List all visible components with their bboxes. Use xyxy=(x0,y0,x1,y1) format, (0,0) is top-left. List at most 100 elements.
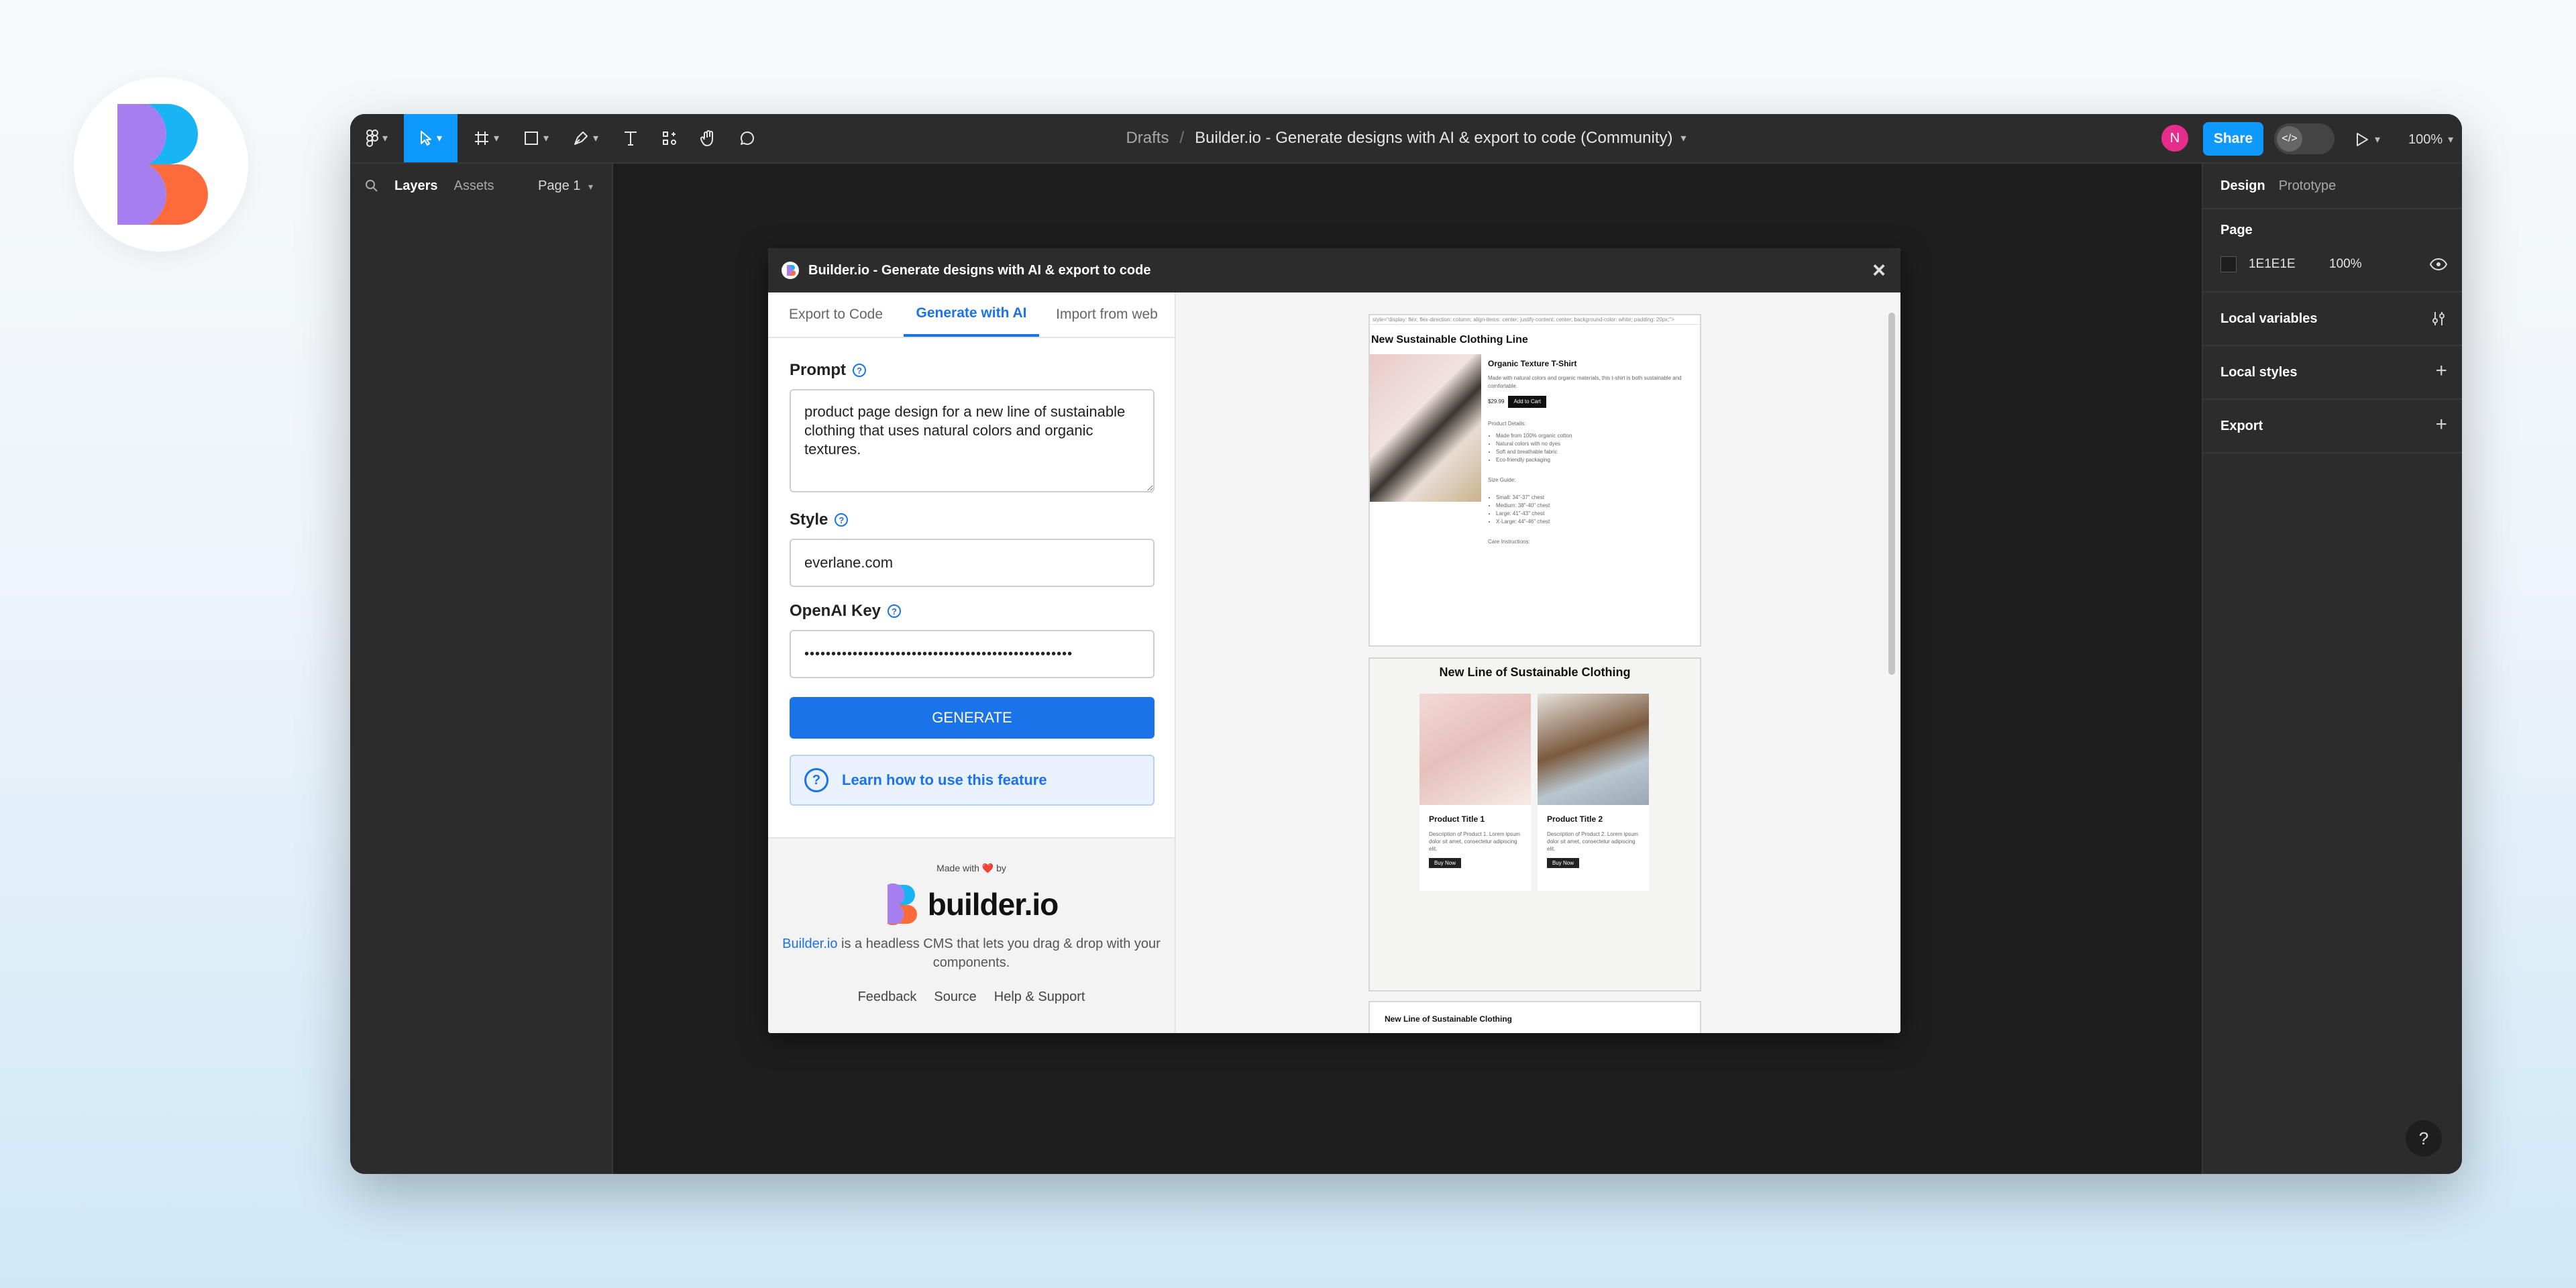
local-variables-section[interactable]: Local variables xyxy=(2203,291,2462,345)
local-styles-label: Local styles xyxy=(2220,364,2298,380)
buy-now-button: Buy Now xyxy=(1429,858,1462,868)
pen-tool-button[interactable]: ▾ xyxy=(562,114,609,162)
tab-generate-with-ai[interactable]: Generate with AI xyxy=(904,292,1039,337)
page-selector[interactable]: Page 1 ▾ xyxy=(538,178,593,194)
generate-form: Prompt ? product page design for a new l… xyxy=(768,361,1175,806)
shape-tool-button[interactable]: ▾ xyxy=(513,114,559,162)
learn-feature-link[interactable]: ? Learn how to use this feature xyxy=(790,755,1155,806)
add-export-icon[interactable]: + xyxy=(2435,415,2447,435)
scrollbar-thumb[interactable] xyxy=(1888,313,1895,675)
page-selector-label: Page 1 xyxy=(538,178,581,193)
product-description: Made with natural colors and organic mat… xyxy=(1488,375,1682,389)
tab-prototype[interactable]: Prototype xyxy=(2279,178,2337,194)
color-swatch[interactable] xyxy=(2220,256,2237,272)
tab-design[interactable]: Design xyxy=(2220,178,2265,194)
frame-tool-button[interactable]: ▾ xyxy=(463,114,510,162)
product-card: Product Title 2 Description of Product 2… xyxy=(1538,694,1649,891)
help-icon[interactable]: ? xyxy=(888,604,902,618)
pen-icon xyxy=(574,131,588,145)
made-with-text: Made with ❤️ by xyxy=(936,863,1006,873)
builder-logo-badge xyxy=(74,77,248,252)
cursor-icon xyxy=(420,131,431,146)
product-info: Organic Texture T-Shirt Made with natura… xyxy=(1488,360,1689,546)
builder-brand[interactable]: builder.io xyxy=(768,883,1175,925)
eye-icon[interactable] xyxy=(2430,258,2447,270)
preview-scrollbar[interactable] xyxy=(1887,299,1896,1024)
chevron-down-icon: ▾ xyxy=(543,133,549,144)
feedback-link[interactable]: Feedback xyxy=(858,989,917,1005)
local-variables-label: Local variables xyxy=(2220,311,2318,326)
plugin-tabs: Export to Code Generate with AI Import f… xyxy=(768,292,1175,338)
key-label-row: OpenAI Key ? xyxy=(790,602,1153,621)
figma-icon xyxy=(366,129,378,147)
help-icon[interactable]: ? xyxy=(835,513,849,527)
move-tool-button[interactable]: ▾ xyxy=(404,114,458,162)
present-button[interactable]: ▾ xyxy=(2355,126,2380,153)
details-heading: Product Details: xyxy=(1488,421,1526,427)
main-menu-button[interactable]: ▾ xyxy=(350,114,404,162)
tab-export-to-code[interactable]: Export to Code xyxy=(768,292,904,337)
product-title: Product Title 1 xyxy=(1429,814,1485,824)
frame-icon xyxy=(474,131,488,145)
right-panel-tabs: Design Prototype xyxy=(2203,164,2462,208)
builder-logo-icon xyxy=(887,883,917,925)
help-support-link[interactable]: Help & Support xyxy=(994,989,1085,1005)
share-button[interactable]: Share xyxy=(2203,122,2263,156)
prompt-label: Prompt xyxy=(790,361,846,379)
style-input[interactable] xyxy=(790,539,1155,587)
page-section: Page 1E1E1E 100% xyxy=(2203,208,2462,291)
page-opacity-value[interactable]: 100% xyxy=(2329,257,2362,272)
preview-card-third[interactable]: New Line of Sustainable Clothing xyxy=(1368,1001,1701,1033)
zoom-menu[interactable]: 100% ▾ xyxy=(2408,126,2453,153)
preview-panel[interactable]: style="display: flex; flex-direction: co… xyxy=(1176,292,1900,1033)
hand-tool-button[interactable] xyxy=(690,114,727,162)
product-card: Product Title 1 Description of Product 1… xyxy=(1419,694,1531,891)
code-snippet: style="display: flex; flex-direction: co… xyxy=(1370,315,1700,325)
buy-now-button: Buy Now xyxy=(1547,858,1580,868)
help-icon[interactable]: ? xyxy=(853,364,866,377)
breadcrumb-separator: / xyxy=(1179,129,1185,147)
close-icon[interactable]: × xyxy=(1872,259,1886,282)
preview-card-product-page[interactable]: style="display: flex; flex-direction: co… xyxy=(1368,314,1701,647)
local-styles-section[interactable]: Local styles + xyxy=(2203,345,2462,398)
components-icon xyxy=(663,131,676,145)
preview-card-product-grid[interactable]: New Line of Sustainable Clothing Product… xyxy=(1368,657,1701,991)
details-list: Made from 100% organic cotton Natural co… xyxy=(1496,432,1689,464)
preview-heading: New Line of Sustainable Clothing xyxy=(1385,1014,1513,1024)
product-price: $29.99 xyxy=(1488,398,1505,405)
resources-tool-button[interactable] xyxy=(651,114,688,162)
generate-button[interactable]: GENERATE xyxy=(790,697,1155,739)
openai-key-input[interactable] xyxy=(790,630,1155,678)
avatar[interactable]: N xyxy=(2161,125,2188,152)
tab-assets[interactable]: Assets xyxy=(454,178,494,194)
help-button[interactable]: ? xyxy=(2406,1120,2442,1157)
tab-import-from-web[interactable]: Import from web xyxy=(1039,292,1175,337)
list-item: X-Large: 44"-46" chest xyxy=(1496,518,1689,526)
rectangle-icon xyxy=(524,131,538,145)
breadcrumb-drafts[interactable]: Drafts xyxy=(1126,129,1169,148)
page-color-value[interactable]: 1E1E1E xyxy=(2249,257,2329,272)
add-to-cart-button: Add to Cart xyxy=(1508,396,1546,408)
help-circle-icon: ? xyxy=(804,768,828,792)
list-item: Made from 100% organic cotton xyxy=(1496,432,1689,440)
tab-layers[interactable]: Layers xyxy=(394,178,438,194)
dev-mode-toggle[interactable]: </> xyxy=(2274,123,2334,154)
search-icon[interactable] xyxy=(365,179,378,193)
file-title[interactable]: Builder.io - Generate designs with AI & … xyxy=(1195,129,1672,148)
page-background-row[interactable]: 1E1E1E 100% xyxy=(2220,251,2447,278)
chevron-down-icon: ▾ xyxy=(2375,134,2381,146)
builder-link[interactable]: Builder.io xyxy=(782,936,837,951)
preview-heading: New Line of Sustainable Clothing xyxy=(1439,665,1631,679)
variables-icon[interactable] xyxy=(2430,310,2447,327)
openai-key-label: OpenAI Key xyxy=(790,602,881,620)
style-label-row: Style ? xyxy=(790,511,1153,529)
text-tool-button[interactable] xyxy=(612,114,649,162)
source-link[interactable]: Source xyxy=(934,989,976,1005)
product-title: Organic Texture T-Shirt xyxy=(1488,359,1577,368)
style-label: Style xyxy=(790,511,828,529)
prompt-input[interactable]: product page design for a new line of su… xyxy=(790,389,1155,492)
export-section[interactable]: Export + xyxy=(2203,398,2462,453)
add-style-icon[interactable]: + xyxy=(2435,361,2447,381)
chevron-down-icon[interactable]: ▾ xyxy=(1681,131,1686,145)
comment-tool-button[interactable] xyxy=(729,114,766,162)
